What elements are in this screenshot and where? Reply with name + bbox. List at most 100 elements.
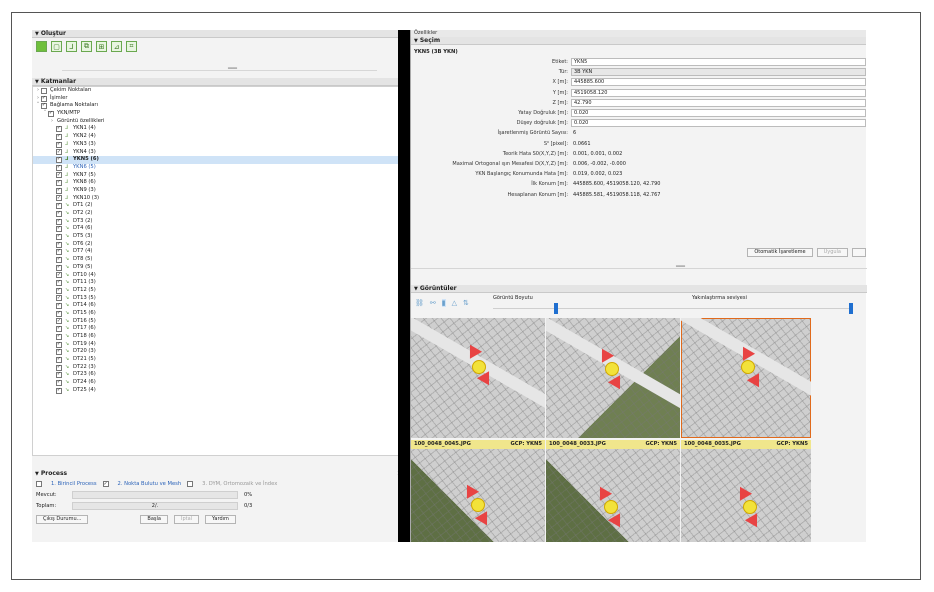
checkbox[interactable]: ✓ xyxy=(56,379,62,386)
splitter-line[interactable] xyxy=(411,268,867,269)
step2-label[interactable]: 2. Nokta Bulutu ve Mesh xyxy=(118,481,182,487)
checkbox[interactable]: ✓ xyxy=(56,333,62,340)
checkbox[interactable]: ✓ xyxy=(56,149,62,156)
tree-row-point[interactable]: ✓ ↘ DT21 (5) xyxy=(33,356,406,364)
checkbox[interactable]: ✓ xyxy=(56,310,62,317)
tree-row-point[interactable]: ✓ ⅃ YKN3 (3) xyxy=(33,141,406,149)
view-icon[interactable]: ▮ xyxy=(441,299,446,307)
tree-row-point[interactable]: ✓ ⅃ YKN7 (5) xyxy=(33,172,406,180)
checkbox[interactable]: ✓ xyxy=(56,256,62,263)
step3-label[interactable]: 3. DYM, Ortomozaik ve İndex xyxy=(202,481,277,487)
tree-row-point[interactable]: ✓ ↘ DT7 (4) xyxy=(33,248,406,256)
tree-row-point[interactable]: ✓ ↘ DT20 (3) xyxy=(33,348,406,356)
image-thumb[interactable]: 100_0048_0035.JPG GCP: YKN5 xyxy=(681,440,811,542)
tree-row-point[interactable]: ✓ ↘ DT1 (2) xyxy=(33,202,406,210)
axis-icon[interactable]: ⅃ xyxy=(66,41,77,52)
triangle-icon[interactable]: △ xyxy=(452,299,457,307)
step1-checkbox[interactable] xyxy=(36,480,42,487)
image-thumb[interactable] xyxy=(411,318,545,438)
tree-row-point[interactable]: ✓ ↘ DT5 (3) xyxy=(33,233,406,241)
unlink-icon[interactable]: ⚯ xyxy=(430,299,436,307)
size-slider-track[interactable] xyxy=(493,308,851,309)
otomatik-isaretleme-button[interactable]: Otomatik İşaretleme xyxy=(747,248,813,257)
step2-checkbox[interactable]: ✓ xyxy=(102,480,109,487)
tree-row-point[interactable]: ✓ ↘ DT12 (5) xyxy=(33,287,406,295)
fill-square-icon[interactable] xyxy=(36,41,47,52)
checkbox[interactable]: ✓ xyxy=(56,302,62,310)
basla-button[interactable]: Başla xyxy=(140,515,168,524)
checkbox[interactable]: ✓ xyxy=(56,164,62,171)
tree-row-point[interactable]: ✓ ↘ DT24 (6) xyxy=(33,379,406,387)
etiket-field[interactable]: YKN5 xyxy=(571,58,866,67)
tree-row-point[interactable]: ✓ ⅃ YKN2 (4) xyxy=(33,133,406,141)
checkbox[interactable]: ✓ xyxy=(56,233,62,240)
checkbox[interactable]: ✓ xyxy=(56,241,62,248)
step1-label[interactable]: 1. Birincil Process xyxy=(51,481,97,487)
katmanlar-header[interactable]: ▼ Katmanlar xyxy=(32,78,407,86)
tree-row-point[interactable]: ✓ ↘ DT8 (5) xyxy=(33,256,406,264)
tree-row-point[interactable]: ✓ ↘ DT11 (3) xyxy=(33,279,406,287)
tree-row-point[interactable]: ✓ ⅃ YKN4 (3) xyxy=(33,149,406,157)
size-slider-knob[interactable] xyxy=(554,303,558,314)
checkbox[interactable]: ✓ xyxy=(56,125,62,133)
tree-row-point[interactable]: ✓ ⅃ YKN5 (6) xyxy=(33,156,406,164)
checkbox[interactable]: ✓ xyxy=(48,110,54,117)
tree-row-point[interactable]: ✓ ↘ DT25 (4) xyxy=(33,387,406,395)
image-thumb[interactable]: 100_0048_0033.JPG GCP: YKN5 xyxy=(546,440,680,542)
tree-row-point[interactable]: ✓ ↘ DT15 (6) xyxy=(33,310,406,318)
checkbox[interactable]: ✓ xyxy=(56,325,62,333)
tree-row-point[interactable]: ✓ ↘ DT16 (5) xyxy=(33,318,406,326)
tree-row-point[interactable]: ✓ ⅃ YKN10 (3) xyxy=(33,195,406,203)
yardim-button[interactable]: Yardım xyxy=(205,515,236,524)
checkbox[interactable]: ✓ xyxy=(56,218,62,225)
tree-row-point[interactable]: ✓ ↘ DT13 (5) xyxy=(33,295,406,303)
zoom-slider-knob[interactable] xyxy=(849,303,853,314)
goruntuler-header[interactable]: ▼ Görüntüler xyxy=(411,285,867,293)
checkbox[interactable]: ✓ xyxy=(56,387,62,394)
z-field[interactable]: 42.790 xyxy=(571,98,866,107)
tree-row-point[interactable]: ✓ ↘ DT22 (3) xyxy=(33,364,406,372)
image-thumb[interactable]: 100_0048_0045.JPG GCP: YKN5 xyxy=(411,440,545,542)
checkbox[interactable]: ✓ xyxy=(56,202,62,210)
checkbox[interactable]: ✓ xyxy=(56,264,62,271)
measure-icon[interactable]: ⊿ xyxy=(111,41,122,52)
iptal-button[interactable]: İptal xyxy=(173,515,200,524)
tree-row-point[interactable]: ✓ ↘ DT6 (2) xyxy=(33,241,406,249)
tree-row-point[interactable]: ✓ ↘ DT14 (6) xyxy=(33,302,406,310)
tur-select[interactable]: 3B YKN xyxy=(571,68,866,77)
checkbox[interactable]: ✓ xyxy=(56,248,62,256)
dusey-field[interactable]: 0.020 xyxy=(571,119,866,128)
secim-header[interactable]: ▼ Seçim xyxy=(411,37,866,45)
checkbox[interactable]: ✓ xyxy=(56,287,62,294)
checkbox[interactable]: ✓ xyxy=(56,318,62,325)
splitter-grip[interactable]: ═══ xyxy=(676,264,685,270)
yatay-field[interactable]: 0.020 xyxy=(571,109,866,118)
cube-icon[interactable]: ⧉ xyxy=(81,41,92,52)
tree-row-baglama[interactable]: ˅ ✓ Bağlama Noktaları xyxy=(33,102,406,110)
uygula-button[interactable]: Uygula xyxy=(816,248,848,257)
tree-row-point[interactable]: ✓ ↘ DT23 (6) xyxy=(33,371,406,379)
tree-row-cekim[interactable]: › Çekim Noktaları xyxy=(33,87,406,95)
checkbox[interactable]: ✓ xyxy=(56,356,62,363)
frame-icon[interactable]: ⌗ xyxy=(126,41,137,52)
process-header[interactable]: ▼Process× xyxy=(32,470,408,478)
tree-row-point[interactable]: ✓ ↘ DT18 (6) xyxy=(33,333,406,341)
checkbox[interactable]: ✓ xyxy=(56,225,62,233)
checkbox[interactable]: ✓ xyxy=(41,102,47,110)
tree-row-point[interactable]: ✓ ⅃ YKN8 (6) xyxy=(33,179,406,187)
image-thumb-selected[interactable] xyxy=(681,318,811,438)
tree-row-goruntu[interactable]: › Görüntü özellikleri xyxy=(33,118,406,126)
tree-row-point[interactable]: ✓ ↘ DT3 (2) xyxy=(33,218,406,226)
y-field[interactable]: 4519058.120 xyxy=(571,88,866,97)
checkbox[interactable]: ✓ xyxy=(56,187,62,194)
rectangle-icon[interactable]: ▢ xyxy=(51,41,62,52)
image-thumb[interactable] xyxy=(546,318,680,438)
tree-row-point[interactable]: ✓ ↘ DT17 (6) xyxy=(33,325,406,333)
step3-checkbox[interactable] xyxy=(187,480,194,487)
checkbox[interactable]: ✓ xyxy=(56,133,62,140)
tree-row-point[interactable]: ✓ ⅃ YKN1 (4) xyxy=(33,125,406,133)
tree-row-ykn-mtp[interactable]: ˅ ✓ YKN/MTP xyxy=(33,110,406,118)
cikis-durumu-button[interactable]: Çıkış Durumu... xyxy=(36,515,89,524)
checkbox[interactable]: ✓ xyxy=(41,95,47,102)
tree-row-point[interactable]: ✓ ⅃ YKN6 (5) xyxy=(33,164,406,172)
